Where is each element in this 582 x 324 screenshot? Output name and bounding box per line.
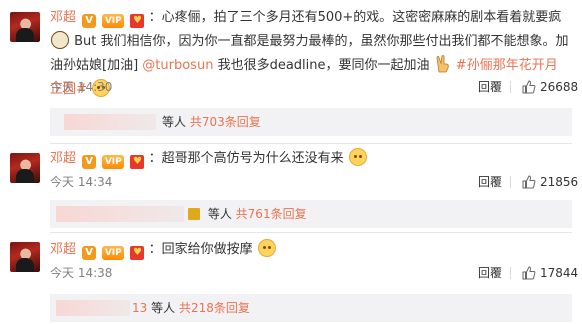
timestamp: 今天 14:38 — [50, 266, 113, 280]
replies-summary[interactable]: 13 等人 共218条回复 — [50, 294, 572, 322]
like-count: 26688 — [540, 80, 579, 94]
crazy-emoji-icon — [51, 31, 69, 49]
blurred-names — [56, 206, 184, 222]
thumb-up-icon — [522, 80, 536, 94]
verified-badge-icon[interactable]: V — [82, 155, 97, 169]
divider — [510, 267, 511, 279]
reply-button[interactable]: 回覆 — [478, 264, 502, 282]
verified-badge-icon[interactable]: V — [82, 14, 97, 28]
replies-summary[interactable]: 等人 共703条回复 — [50, 108, 572, 136]
comment-body: 邓超 V VIP ♥ ：超哥那个高仿号为什么还没有来 — [50, 147, 570, 171]
red-envelope-badge-icon[interactable]: ♥ — [130, 14, 145, 28]
divider — [50, 143, 572, 144]
comment-meta: 今天 14:34 回覆 21856 — [50, 173, 578, 191]
username-link[interactable]: 邓超 — [50, 10, 76, 25]
replies-text: 13 等人 共218条回复 — [132, 294, 250, 322]
timestamp: 今天 14:30 — [50, 80, 113, 94]
replies-count-link[interactable]: 共761条回复 — [236, 207, 307, 221]
divider — [510, 176, 511, 188]
replies-count-link[interactable]: 共703条回复 — [190, 115, 261, 129]
replies-count-link[interactable]: 共218条回复 — [179, 301, 250, 315]
like-count: 17844 — [540, 266, 579, 280]
blurred-names — [56, 300, 130, 316]
avatar[interactable] — [10, 153, 40, 183]
doge-emoji-icon — [348, 148, 367, 166]
red-envelope-badge-icon[interactable]: ♥ — [130, 155, 145, 169]
avatar[interactable] — [10, 12, 40, 42]
comment-text: 我也很多deadline，要同你一起加油 — [217, 58, 430, 73]
thumb-up-icon — [522, 266, 536, 280]
replies-text: 等人 共703条回复 — [162, 108, 261, 136]
red-envelope-badge-icon[interactable]: ♥ — [130, 246, 145, 260]
replies-by-label: 等人 — [151, 301, 176, 315]
replies-prefix: 13 — [132, 301, 148, 315]
comment-feed: 邓超 V VIP ♥ ：心疼俪，拍了三个多月还有500+的戏。这密密麻麻的剧本看… — [0, 0, 582, 324]
medal-icon — [188, 208, 200, 220]
like-button[interactable]: 17844 — [522, 264, 578, 282]
username-link[interactable]: 邓超 — [50, 151, 76, 166]
reply-button[interactable]: 回覆 — [478, 173, 502, 191]
username-link[interactable]: 邓超 — [50, 242, 76, 257]
comment-meta: 今天 14:38 回覆 17844 — [50, 264, 578, 282]
replies-by-label: 等人 — [162, 115, 187, 129]
thumb-up-icon — [522, 175, 536, 189]
like-button[interactable]: 21856 — [522, 173, 578, 191]
like-count: 21856 — [540, 175, 579, 189]
avatar[interactable] — [10, 242, 40, 272]
vip-badge-icon[interactable]: VIP — [102, 155, 125, 169]
comment-body: 邓超 V VIP ♥ ：回家给你做按摩 — [50, 238, 570, 262]
replies-summary[interactable]: 等人 共761条回复 — [50, 200, 572, 228]
divider — [50, 232, 572, 233]
timestamp: 今天 14:34 — [50, 175, 113, 189]
vip-badge-icon[interactable]: VIP — [102, 14, 125, 28]
comment-text: ：回家给你做按摩 — [148, 242, 253, 257]
reply-button[interactable]: 回覆 — [478, 78, 502, 96]
vip-badge-icon[interactable]: VIP — [102, 246, 125, 260]
divider — [510, 81, 511, 93]
mention-link[interactable]: @turbosun — [142, 58, 213, 73]
like-button[interactable]: 26688 — [522, 78, 578, 96]
victory-hand-icon — [435, 55, 451, 73]
comment-text: ：超哥那个高仿号为什么还没有来 — [148, 151, 344, 166]
verified-badge-icon[interactable]: V — [82, 246, 97, 260]
replies-text: 等人 共761条回复 — [188, 200, 307, 228]
replies-by-label: 等人 — [207, 207, 232, 221]
blurred-names — [64, 114, 156, 130]
comment-meta: 今天 14:30 回覆 26688 — [50, 78, 578, 96]
doge-emoji-icon — [257, 239, 276, 257]
comment-text: ：心疼俪，拍了三个多月还有500+的戏。这密密麻麻的剧本看着就要疯 — [148, 10, 562, 25]
